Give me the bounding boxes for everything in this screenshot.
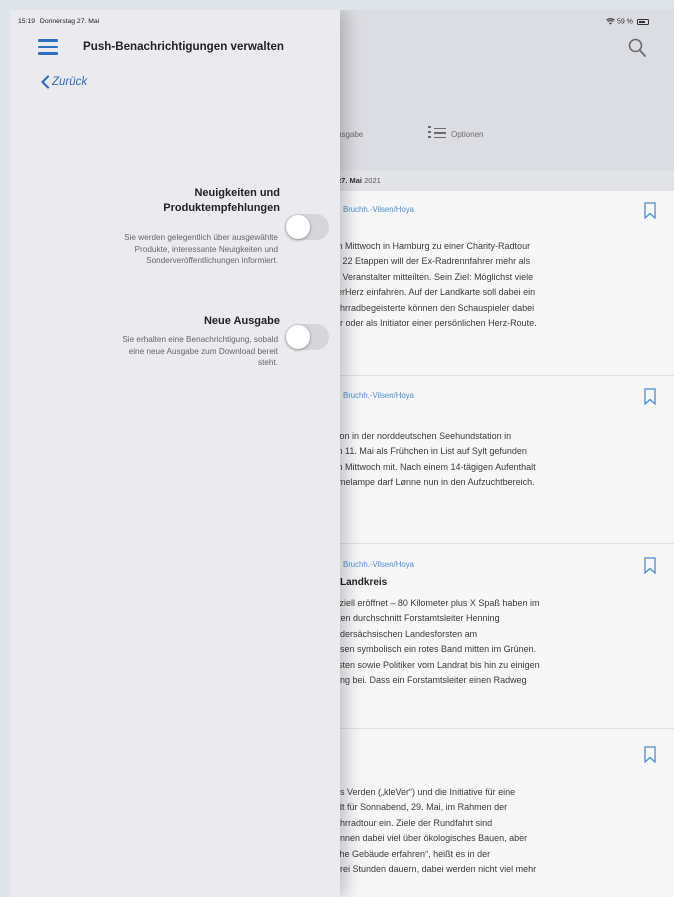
battery-level: 59 % bbox=[616, 18, 633, 26]
battery-icon bbox=[636, 18, 649, 25]
article-source[interactable]: Bruchh.-Vilsen/Hoya bbox=[343, 560, 414, 569]
article-text: m Mittwoch in Hamburg zu einer Charity-R… bbox=[335, 241, 537, 329]
setting-title-new-issue: Neue Ausgabe bbox=[203, 315, 280, 327]
setting-title-news: Neuigkeiten und Produktempfehlungen bbox=[163, 187, 280, 214]
article-text: son in der norddeutschen Seehundstation … bbox=[335, 431, 536, 488]
bookmark-icon[interactable] bbox=[644, 746, 656, 763]
article-source[interactable]: Bruchh.-Vilsen/Hoya bbox=[343, 391, 414, 400]
wifi-icon bbox=[606, 18, 615, 25]
article-title[interactable]: Landkreis bbox=[340, 577, 387, 588]
bookmark-icon[interactable] bbox=[644, 202, 656, 219]
date-year: 2021 bbox=[364, 176, 381, 185]
app-frame: 59 % usgabe Optionen 27. Mai 2021 Bruchh… bbox=[10, 10, 674, 897]
status-time: 15:19 bbox=[18, 18, 36, 25]
bookmark-icon[interactable] bbox=[644, 388, 656, 405]
setting-desc-news: Sie werden gelegentlich über ausgewählte… bbox=[124, 233, 278, 266]
list-icon[interactable] bbox=[428, 125, 446, 139]
back-button[interactable]: Zurück bbox=[40, 75, 87, 89]
toolbar-optionen[interactable]: Optionen bbox=[451, 130, 483, 139]
toggle-news[interactable] bbox=[285, 214, 329, 240]
back-label: Zurück bbox=[52, 76, 88, 88]
article-text: es Verden („kleVer“) und die Initiative … bbox=[335, 787, 537, 875]
page-title: Push-Benachrichtigungen verwalten bbox=[83, 40, 284, 53]
status-date: Donnerstag 27. Mai bbox=[39, 18, 100, 25]
article-text: fiziell eröffnet – 80 Kilometer plus X S… bbox=[335, 598, 540, 686]
status-bar-right: 59 % bbox=[606, 18, 649, 25]
setting-desc-new-issue: Sie erhalten eine Benachrichtigung, soba… bbox=[122, 335, 278, 368]
settings-drawer: 15:19 Donnerstag 27. Mai Push-Benachrich… bbox=[10, 10, 340, 897]
article-source[interactable]: Bruchh.-Vilsen/Hoya bbox=[343, 205, 414, 214]
date-day: 27. Mai bbox=[337, 176, 363, 185]
status-bar-left: 15:19 Donnerstag 27. Mai bbox=[18, 18, 99, 25]
hamburger-icon[interactable] bbox=[38, 39, 58, 55]
chevron-left-icon bbox=[41, 75, 50, 89]
search-icon[interactable] bbox=[628, 38, 646, 58]
bookmark-icon[interactable] bbox=[644, 557, 656, 574]
toggle-new-issue[interactable] bbox=[285, 324, 329, 350]
toggle-knob bbox=[286, 215, 310, 239]
toggle-knob bbox=[286, 325, 310, 349]
toolbar-ausgabe[interactable]: usgabe bbox=[337, 130, 363, 139]
